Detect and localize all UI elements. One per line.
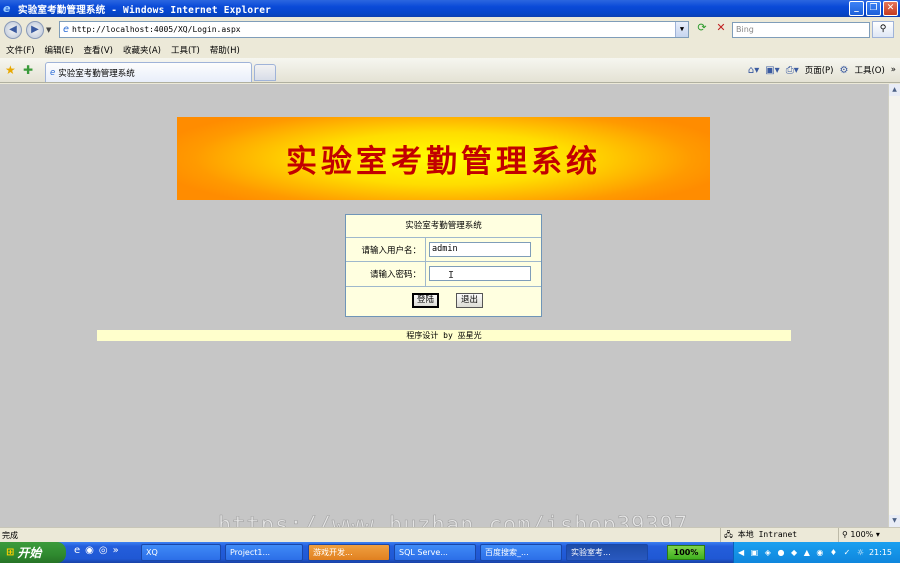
chevron-more-icon[interactable]: » <box>891 65 896 75</box>
windows-logo-icon: ⊞ <box>6 547 15 558</box>
header-banner: 实验室考勤管理系统 <box>177 117 710 200</box>
chevron-down-icon: ▾ <box>875 530 880 539</box>
globe-icon: 🖧 <box>724 530 738 539</box>
favorites-star-icon[interactable]: ★ <box>5 63 16 77</box>
tools-menu[interactable]: 工具(O) <box>854 64 884 76</box>
scroll-down-icon[interactable]: ▼ <box>889 515 900 527</box>
search-input[interactable]: Bing <box>732 22 870 38</box>
password-input[interactable]: I <box>429 266 531 281</box>
task-baidu[interactable]: 百度搜索_... <box>480 544 562 561</box>
menu-favorites[interactable]: 收藏夹(A) <box>123 44 161 56</box>
quick-launch: e ◉ ◎ » <box>74 545 119 556</box>
back-button[interactable]: ◀ <box>4 20 22 39</box>
page-menu[interactable]: 页面(P) <box>805 64 834 76</box>
gear-icon: ⚙ <box>839 64 849 76</box>
feeds-icon[interactable]: ▣▾ <box>765 65 779 76</box>
forward-button[interactable]: ▶ <box>26 20 44 39</box>
page-content: 实验室考勤管理系统 实验室考勤管理系统 请输入用户名： admin 请输入密码：… <box>0 84 888 527</box>
menu-view[interactable]: 查看(V) <box>84 44 113 56</box>
menu-help[interactable]: 帮助(H) <box>210 44 240 56</box>
zoom-control[interactable]: ⚲ 100% ▾ <box>838 528 900 542</box>
minimize-button[interactable]: _ <box>849 1 864 16</box>
login-button[interactable]: 登陆 <box>412 293 439 308</box>
page-icon: e <box>63 24 70 35</box>
exit-button[interactable]: 退出 <box>456 293 483 308</box>
url-text: http://localhost:4005/XQ/Login.aspx <box>72 25 241 34</box>
quicklaunch-more-icon[interactable]: » <box>113 545 119 556</box>
banner-title: 实验室考勤管理系统 <box>286 144 601 180</box>
password-label: 请输入密码： <box>346 262 426 286</box>
vertical-scrollbar[interactable]: ▲ ▼ <box>888 84 900 527</box>
history-dropdown-icon[interactable]: ▼ <box>46 26 51 34</box>
window-controls: _ ❐ ✕ <box>849 1 898 16</box>
status-text: 完成 <box>2 531 18 540</box>
task-project1[interactable]: Project1... <box>225 544 303 561</box>
button-row: 登陆 退出 <box>346 287 541 316</box>
zone-label: 本地 Intranet <box>737 530 798 539</box>
page-icon: e <box>50 67 56 78</box>
taskbar: ⊞ 开始 e ◉ ◎ » XQ Project1... 游戏开发... SQL … <box>0 542 900 563</box>
username-row: 请输入用户名： admin <box>346 238 541 262</box>
start-label: 开始 <box>17 546 42 560</box>
username-label: 请输入用户名： <box>346 238 426 261</box>
home-icon[interactable]: ⌂▾ <box>748 65 759 76</box>
ie-quicklaunch-icon[interactable]: e <box>74 545 80 556</box>
tray-icons[interactable]: ◀ ▣ ◈ ● ◆ ▲ ◉ ♦ ✓ ☼ <box>738 542 866 563</box>
task-game-dev[interactable]: 游戏开发... <box>308 544 390 561</box>
system-tray: ◀ ▣ ◈ ● ◆ ▲ ◉ ♦ ✓ ☼ 21:15 <box>733 542 900 563</box>
tab-label: 实验室考勤管理系统 <box>58 68 135 79</box>
scroll-up-icon[interactable]: ▲ <box>889 84 900 96</box>
close-button[interactable]: ✕ <box>883 1 898 16</box>
percent-indicator: 100% <box>667 545 705 560</box>
ie-quicklaunch-icon-2[interactable]: ◉ <box>85 545 94 556</box>
restore-button[interactable]: ❐ <box>866 1 881 16</box>
task-sql-server[interactable]: SQL Serve... <box>394 544 476 561</box>
clock[interactable]: 21:15 <box>869 542 892 563</box>
window-title-bar: e 实验室考勤管理系统 - Windows Internet Explorer … <box>0 0 900 17</box>
tab-row: ★ ✚ e 实验室考勤管理系统 ⌂▾ ▣▾ ⎙▾ 页面(P) ⚙ 工具(O) » <box>0 58 900 83</box>
menu-tools[interactable]: 工具(T) <box>171 44 200 56</box>
task-lab-attendance[interactable]: 实验室考... <box>566 544 648 561</box>
tab-current[interactable]: e 实验室考勤管理系统 <box>45 62 252 82</box>
refresh-button[interactable]: ⟳ <box>693 21 711 38</box>
start-button[interactable]: ⊞ 开始 <box>0 542 66 563</box>
menu-edit[interactable]: 编辑(E) <box>45 44 74 56</box>
add-favorite-icon[interactable]: ✚ <box>23 63 33 77</box>
status-bar: 完成 🖧 本地 Intranet ⚲ 100% ▾ <box>0 527 900 542</box>
magnifier-icon: ⚲ <box>842 530 848 539</box>
zoom-level: 100% <box>850 530 874 539</box>
address-row: ◀ ▶ ▼ e http://localhost:4005/XQ/Login.a… <box>0 17 900 42</box>
form-heading: 实验室考勤管理系统 <box>346 215 541 238</box>
window-title: 实验室考勤管理系统 - Windows Internet Explorer <box>18 4 272 16</box>
command-bar: ⌂▾ ▣▾ ⎙▾ 页面(P) ⚙ 工具(O) » <box>748 64 896 77</box>
new-tab-button[interactable] <box>254 64 276 81</box>
task-xq[interactable]: XQ <box>141 544 221 561</box>
password-row: 请输入密码： I <box>346 262 541 287</box>
search-button[interactable]: ⚲ <box>872 21 894 38</box>
print-icon[interactable]: ⎙▾ <box>786 65 799 76</box>
username-input[interactable]: admin <box>429 242 531 257</box>
chevron-down-icon[interactable]: ▼ <box>675 22 688 37</box>
page-footer: 程序设计 by 巫星光 <box>97 330 791 341</box>
menu-bar: 文件(F) 编辑(E) 查看(V) 收藏夹(A) 工具(T) 帮助(H) <box>0 42 900 57</box>
security-zone: 🖧 本地 Intranet <box>720 528 830 542</box>
text-cursor-icon: I <box>448 270 455 281</box>
address-bar[interactable]: e http://localhost:4005/XQ/Login.aspx ▼ <box>59 21 689 38</box>
menu-file[interactable]: 文件(F) <box>6 44 35 56</box>
media-quicklaunch-icon[interactable]: ◎ <box>99 545 108 556</box>
stop-button[interactable]: ✕ <box>712 21 730 38</box>
ie-icon: e <box>3 1 11 15</box>
login-form: 实验室考勤管理系统 请输入用户名： admin 请输入密码： I 登陆 退出 <box>345 214 542 317</box>
